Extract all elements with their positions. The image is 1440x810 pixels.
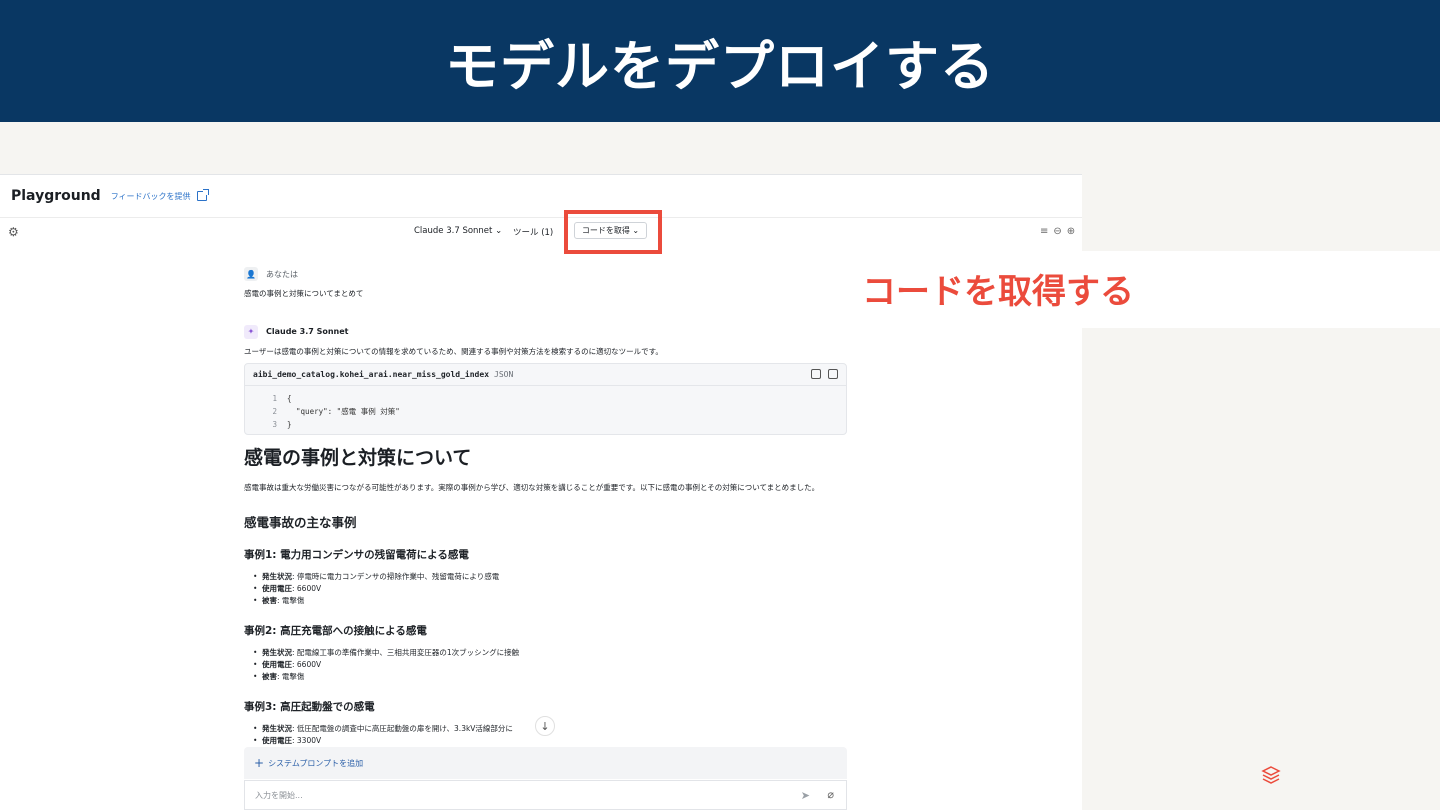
code-line: 1{ xyxy=(271,392,846,405)
tools-selector[interactable]: ツール (1) xyxy=(513,226,553,238)
attach-icon[interactable]: ⌀ xyxy=(827,788,834,801)
plus-icon: + xyxy=(254,756,265,770)
feedback-label: フィードバックを提供 xyxy=(110,191,191,201)
chevron-down-icon: ⌄ xyxy=(495,226,503,236)
list-item: 被害: 電撃傷 xyxy=(253,595,848,607)
ai-intro: ユーザーは感電の事例と対策についての情報を求めているため、関連する事例や対策方法… xyxy=(244,346,663,356)
case-list: 発生状況: 配電線工事の準備作業中、三相共用変圧器の1次ブッシングに接触 使用電… xyxy=(244,647,848,683)
settings-icon[interactable]: ⚙ xyxy=(8,225,19,239)
case-title: 事例3: 高圧起動盤での感電 xyxy=(244,701,375,713)
playground-toolbar: ⚙ Claude 3.7 Sonnet ⌄ ツール (1) コードを取得 ⌄ ≡… xyxy=(0,219,1082,245)
user-label: あなたは xyxy=(266,269,298,279)
terminal-icon[interactable] xyxy=(811,369,821,379)
line-number: 3 xyxy=(272,420,277,429)
tool-call-code-block: aibi_demo_catalog.kohei_arai.near_miss_g… xyxy=(244,363,847,435)
cases-heading: 感電事故の主な事例 xyxy=(244,515,357,530)
list-item: 使用電圧: 6600V xyxy=(253,659,848,671)
list-item: 発生状況: 低圧配電盤の調査中に高圧起動盤の扉を開け、3.3kV活線部分に xyxy=(253,723,848,735)
add-system-prompt-button[interactable]: + システムプロンプトを追加 xyxy=(244,747,847,779)
list-item: 発生状況: 配電線工事の準備作業中、三相共用変圧器の1次ブッシングに接触 xyxy=(253,647,848,659)
ai-label: Claude 3.7 Sonnet xyxy=(266,327,349,336)
user-message: 感電の事例と対策についてまとめて xyxy=(244,289,364,298)
code-line: 2 "query": "感電 事例 対策" xyxy=(271,405,846,418)
callout-panel xyxy=(1082,251,1440,328)
index-name: aibi_demo_catalog.kohei_arai.near_miss_g… xyxy=(253,370,490,379)
response-heading: 感電の事例と対策について xyxy=(244,447,472,469)
code-actions xyxy=(811,369,838,379)
page-title: Playground xyxy=(11,188,101,204)
remove-icon[interactable]: ⊖ xyxy=(1053,226,1061,237)
clear-chat-icon[interactable]: ≡ xyxy=(1040,226,1048,237)
list-item: 使用電圧: 6600V xyxy=(253,583,848,595)
case-list: 発生状況: 停電時に電力コンデンサの掃除作業中、残留電荷により感電 使用電圧: … xyxy=(244,571,848,607)
chat-input[interactable]: 入力を開始... ➤ ⌀ xyxy=(244,780,847,810)
code-text: "query": "感電 事例 対策" xyxy=(287,407,400,416)
add-system-prompt-label: システムプロンプトを追加 xyxy=(268,758,364,768)
list-item: 使用電圧: 3300V xyxy=(253,735,848,747)
line-number: 1 xyxy=(272,394,277,403)
highlight-box xyxy=(564,210,662,254)
arrow-down-icon[interactable]: ↓ xyxy=(535,716,555,736)
response-paragraph: 感電事故は重大な労働災害につながる可能性があります。実際の事例から学び、適切な対… xyxy=(244,483,820,492)
sparkle-icon: ✦ xyxy=(244,324,258,339)
model-selector[interactable]: Claude 3.7 Sonnet ⌄ xyxy=(414,226,502,236)
code-line: 3} xyxy=(271,418,846,431)
send-icon[interactable]: ➤ xyxy=(801,789,810,802)
list-item: 発生状況: 停電時に電力コンデンサの掃除作業中、残留電荷により感電 xyxy=(253,571,848,583)
model-selector-label: Claude 3.7 Sonnet xyxy=(414,226,493,236)
external-link-icon xyxy=(196,189,209,201)
copy-icon[interactable] xyxy=(828,369,838,379)
add-icon[interactable]: ⊕ xyxy=(1067,226,1075,237)
case-title: 事例1: 電力用コンデンサの残留電荷による感電 xyxy=(244,549,469,561)
user-icon: 👤 xyxy=(244,267,258,281)
code-body: 1{ 2 "query": "感電 事例 対策" 3} xyxy=(245,386,846,431)
line-number: 2 xyxy=(272,407,277,416)
chat-transcript: 👤 あなたは 感電の事例と対策についてまとめて ✦ Claude 3.7 Son… xyxy=(244,267,848,747)
user-speaker: 👤 あなたは xyxy=(244,267,848,281)
code-text: } xyxy=(287,420,292,429)
ai-speaker: ✦ Claude 3.7 Sonnet xyxy=(244,324,848,339)
databricks-logo xyxy=(1261,766,1281,784)
code-text: { xyxy=(287,394,292,403)
code-block-header: aibi_demo_catalog.kohei_arai.near_miss_g… xyxy=(245,364,846,386)
toolbar-right-icons: ≡ ⊖ ⊕ xyxy=(1040,226,1075,237)
case-title: 事例2: 高圧充電部への接触による感電 xyxy=(244,625,427,637)
slide-title: モデルをデプロイする xyxy=(445,34,995,98)
chat-input-placeholder: 入力を開始... xyxy=(255,790,303,800)
list-item: 被害: 電撃傷 xyxy=(253,671,848,683)
tools-selector-label: ツール (1) xyxy=(513,228,554,238)
callout-text: コードを取得する xyxy=(862,272,1134,312)
feedback-link[interactable]: フィードバックを提供 xyxy=(110,189,209,202)
title-banner: モデルをデプロイする xyxy=(0,0,1440,122)
playground-header: Playground フィードバックを提供 xyxy=(0,175,1082,218)
code-language: JSON xyxy=(494,370,514,379)
